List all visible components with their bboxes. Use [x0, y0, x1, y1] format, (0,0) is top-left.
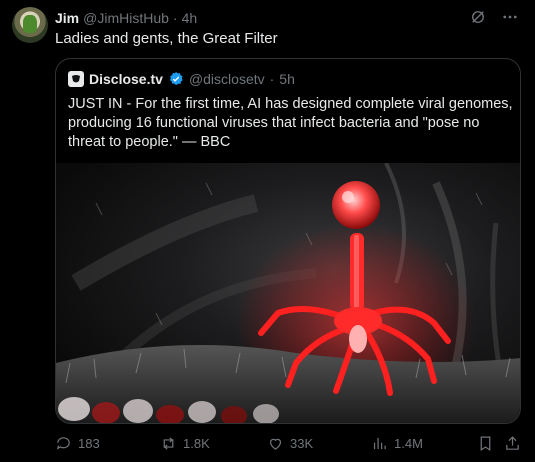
author-handle[interactable]: @JimHistHub [83, 10, 169, 26]
like-icon [269, 438, 282, 450]
quote-author-handle[interactable]: @disclosetv [189, 71, 265, 87]
quoted-tweet[interactable]: Disclose.tv @disclosetv · 5h JUST IN - F… [55, 58, 521, 424]
repost-button[interactable]: 1.8K [160, 432, 210, 454]
tweet-header: Jim @JimHistHub · 4h [55, 8, 197, 28]
avatar[interactable] [12, 7, 48, 43]
quote-author-name[interactable]: Disclose.tv [89, 71, 163, 87]
tweet-actions: 183 1.8K 33K 1.4M [55, 432, 521, 454]
repost-count: 1.8K [183, 435, 210, 451]
reply-count: 183 [78, 435, 100, 451]
disclose-logo-icon[interactable] [68, 71, 84, 87]
views-count: 1.4M [394, 435, 423, 451]
quote-timestamp[interactable]: 5h [279, 71, 295, 87]
like-count: 33K [290, 435, 314, 451]
bacteriophage-illustration [56, 163, 520, 423]
reply-icon [56, 436, 70, 450]
like-button[interactable]: 33K [267, 432, 313, 454]
quote-separator-dot: · [269, 71, 275, 87]
tweet-top-actions [469, 8, 519, 26]
bookmark-button[interactable] [477, 432, 494, 454]
more-icon[interactable] [501, 8, 519, 26]
grok-icon[interactable] [469, 8, 487, 26]
bookmark-icon [480, 436, 491, 451]
tweet[interactable]: Jim @JimHistHub · 4h Ladies and gents, t… [0, 0, 535, 462]
views-icon [373, 437, 386, 449]
share-icon [506, 435, 519, 450]
quote-media-image[interactable] [56, 163, 520, 423]
share-button[interactable] [504, 432, 521, 454]
separator-dot: · [172, 10, 178, 26]
timestamp[interactable]: 4h [182, 10, 198, 26]
quote-text: JUST IN - For the first time, AI has des… [68, 96, 513, 150]
views-button[interactable]: 1.4M [371, 432, 423, 454]
verified-badge-icon [169, 72, 183, 85]
author-name[interactable]: Jim [55, 10, 79, 26]
tweet-text: Ladies and gents, the Great Filter [55, 30, 278, 47]
quote-header: Disclose.tv @disclosetv · 5h [68, 71, 295, 87]
reply-button[interactable]: 183 [55, 432, 100, 454]
repost-icon [163, 436, 174, 450]
